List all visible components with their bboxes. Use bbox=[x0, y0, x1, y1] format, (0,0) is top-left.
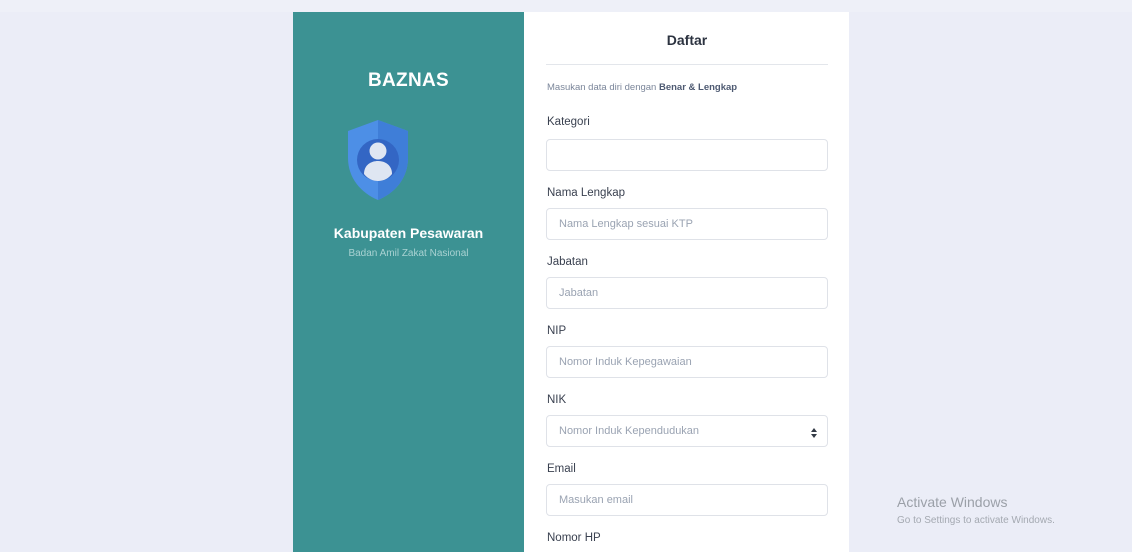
instruction-text: Masukan data diri dengan bbox=[547, 82, 659, 93]
region-name: Kabupaten Pesawaran bbox=[333, 225, 484, 241]
jabatan-input[interactable] bbox=[546, 277, 828, 309]
form-title: Daftar bbox=[666, 32, 708, 48]
user-shield-icon bbox=[348, 120, 408, 200]
nomor-hp-label: Nomor HP bbox=[547, 532, 601, 544]
title-divider bbox=[546, 64, 828, 65]
nama-lengkap-input[interactable] bbox=[546, 208, 828, 240]
windows-activation-subtitle: Go to Settings to activate Windows. bbox=[897, 515, 1055, 526]
nik-label: NIK bbox=[547, 394, 567, 406]
organization-subtitle: Badan Amil Zakat Nasional bbox=[348, 248, 469, 259]
jabatan-label: Jabatan bbox=[547, 256, 588, 268]
brand-title: BAZNAS bbox=[368, 70, 449, 91]
nip-label: NIP bbox=[547, 325, 567, 337]
nama-lengkap-label: Nama Lengkap bbox=[547, 187, 625, 199]
windows-activation-title: Activate Windows bbox=[897, 494, 1008, 510]
kategori-field[interactable] bbox=[546, 139, 828, 171]
nip-input[interactable] bbox=[546, 346, 828, 378]
instruction-emphasis: Benar & Lengkap bbox=[658, 82, 738, 93]
kategori-label: Kategori bbox=[547, 116, 590, 128]
registration-form: Daftar Masukan data diri dengan Benar & … bbox=[524, 12, 849, 552]
top-strip bbox=[0, 0, 1132, 12]
email-field[interactable] bbox=[546, 484, 828, 516]
form-instruction: Masukan data diri dengan Benar & Lengkap bbox=[547, 82, 737, 93]
brand-panel: BAZNAS Kabupaten Pesawaran Badan Amil Za… bbox=[293, 12, 524, 552]
nik-input[interactable] bbox=[546, 415, 828, 447]
registration-page: BAZNAS Kabupaten Pesawaran Badan Amil Za… bbox=[0, 0, 1132, 552]
number-spinner-icon[interactable] bbox=[810, 427, 818, 439]
email-label: Email bbox=[547, 463, 576, 475]
